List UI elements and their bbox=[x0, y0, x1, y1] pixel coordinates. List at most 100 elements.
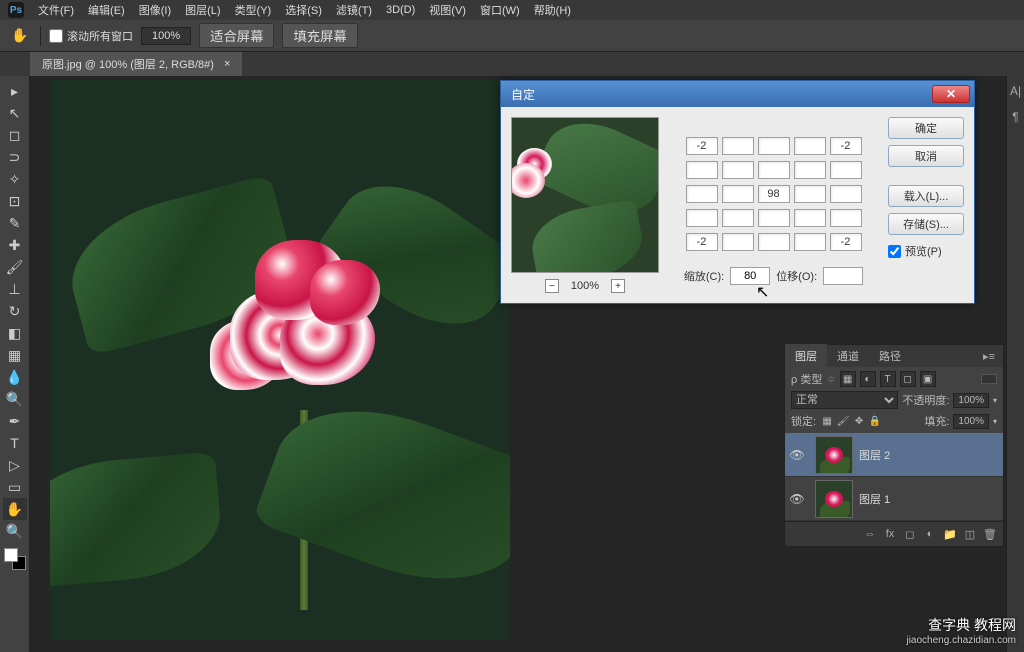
healing-tool[interactable]: ✚ bbox=[3, 234, 27, 256]
matrix-4-4[interactable] bbox=[830, 233, 862, 251]
matrix-1-4[interactable] bbox=[830, 161, 862, 179]
matrix-4-2[interactable] bbox=[758, 233, 790, 251]
lock-all-icon[interactable]: 🔒 bbox=[868, 414, 882, 428]
filter-pixel-icon[interactable]: ▦ bbox=[840, 371, 856, 387]
menu-3d[interactable]: 3D(D) bbox=[380, 2, 421, 18]
matrix-4-3[interactable] bbox=[794, 233, 826, 251]
save-button[interactable]: 存储(S)... bbox=[888, 213, 964, 235]
filter-smart-icon[interactable]: ▣ bbox=[920, 371, 936, 387]
menu-edit[interactable]: 编辑(E) bbox=[82, 0, 131, 20]
document-canvas[interactable] bbox=[50, 80, 510, 640]
menu-layer[interactable]: 图层(L) bbox=[179, 0, 226, 20]
dialog-titlebar[interactable]: 自定 ✕ bbox=[501, 81, 974, 107]
matrix-2-0[interactable] bbox=[686, 185, 718, 203]
scroll-all-windows-checkbox[interactable] bbox=[49, 29, 63, 43]
stamp-tool[interactable]: ⊥ bbox=[3, 278, 27, 300]
brush-tool[interactable]: 🖌 bbox=[3, 256, 27, 278]
menu-file[interactable]: 文件(F) bbox=[32, 0, 80, 20]
matrix-3-0[interactable] bbox=[686, 209, 718, 227]
preview-zoom-out[interactable]: − bbox=[545, 279, 559, 293]
gradient-tool[interactable]: ▦ bbox=[3, 344, 27, 366]
filter-type-icon[interactable]: T bbox=[880, 371, 896, 387]
matrix-2-4[interactable] bbox=[830, 185, 862, 203]
adjustment-layer-icon[interactable]: ◐ bbox=[921, 526, 939, 542]
fit-screen-button[interactable]: 适合屏幕 bbox=[199, 23, 274, 48]
hand-tool-icon[interactable]: ✋ bbox=[8, 24, 32, 48]
load-button[interactable]: 载入(L)... bbox=[888, 185, 964, 207]
layer-group-icon[interactable]: 📁 bbox=[941, 526, 959, 542]
menu-view[interactable]: 视图(V) bbox=[423, 0, 472, 20]
matrix-1-2[interactable] bbox=[758, 161, 790, 179]
move-tool[interactable]: ↖ bbox=[3, 102, 27, 124]
offset-input[interactable] bbox=[823, 267, 863, 285]
filter-shape-icon[interactable]: ◻ bbox=[900, 371, 916, 387]
tab-layers[interactable]: 图层 bbox=[785, 344, 827, 368]
quick-select-tool[interactable]: ✧ bbox=[3, 168, 27, 190]
matrix-0-0[interactable] bbox=[686, 137, 718, 155]
matrix-0-4[interactable] bbox=[830, 137, 862, 155]
matrix-0-3[interactable] bbox=[794, 137, 826, 155]
filter-preview[interactable] bbox=[511, 117, 659, 273]
visibility-toggle-icon[interactable]: 👁 bbox=[785, 448, 809, 462]
cancel-button[interactable]: 取消 bbox=[888, 145, 964, 167]
opacity-value[interactable]: 100% bbox=[953, 393, 989, 408]
matrix-4-1[interactable] bbox=[722, 233, 754, 251]
matrix-4-0[interactable] bbox=[686, 233, 718, 251]
matrix-3-3[interactable] bbox=[794, 209, 826, 227]
menu-select[interactable]: 选择(S) bbox=[279, 0, 328, 20]
blend-mode-select[interactable]: 正常 bbox=[791, 391, 898, 409]
fill-screen-button[interactable]: 填充屏幕 bbox=[282, 23, 357, 48]
link-layers-icon[interactable]: ⇔ bbox=[861, 526, 879, 542]
ok-button[interactable]: 确定 bbox=[888, 117, 964, 139]
pen-tool[interactable]: ✒ bbox=[3, 410, 27, 432]
tab-channels[interactable]: 通道 bbox=[827, 344, 869, 368]
matrix-0-1[interactable] bbox=[722, 137, 754, 155]
menu-filter[interactable]: 滤镜(T) bbox=[330, 0, 378, 20]
expand-icon[interactable]: ▸ bbox=[3, 80, 27, 102]
dodge-tool[interactable]: 🔍 bbox=[3, 388, 27, 410]
scale-input[interactable] bbox=[730, 267, 770, 285]
matrix-1-3[interactable] bbox=[794, 161, 826, 179]
lock-pixels-icon[interactable]: 🖌 bbox=[836, 414, 850, 428]
eyedropper-tool[interactable]: ✎ bbox=[3, 212, 27, 234]
layer-item[interactable]: 👁 图层 2 bbox=[785, 433, 1003, 477]
layer-item[interactable]: 👁 图层 1 bbox=[785, 477, 1003, 521]
new-layer-icon[interactable]: ◫ bbox=[961, 526, 979, 542]
document-tab[interactable]: 原图.jpg @ 100% (图层 2, RGB/8#) × bbox=[30, 52, 242, 76]
marquee-tool[interactable]: ◻ bbox=[3, 124, 27, 146]
matrix-1-0[interactable] bbox=[686, 161, 718, 179]
shape-tool[interactable]: ▭ bbox=[3, 476, 27, 498]
matrix-3-1[interactable] bbox=[722, 209, 754, 227]
matrix-2-1[interactable] bbox=[722, 185, 754, 203]
history-brush-tool[interactable]: ↻ bbox=[3, 300, 27, 322]
color-swatches[interactable] bbox=[4, 548, 26, 570]
matrix-3-2[interactable] bbox=[758, 209, 790, 227]
delete-layer-icon[interactable]: 🗑 bbox=[981, 526, 999, 542]
matrix-0-2[interactable] bbox=[758, 137, 790, 155]
tab-close-button[interactable]: × bbox=[224, 58, 230, 70]
matrix-2-2[interactable] bbox=[758, 185, 790, 203]
zoom-tool[interactable]: 🔍 bbox=[3, 520, 27, 542]
menu-window[interactable]: 窗口(W) bbox=[474, 0, 526, 20]
hand-tool[interactable]: ✋ bbox=[3, 498, 27, 520]
dialog-close-button[interactable]: ✕ bbox=[932, 85, 970, 103]
paragraph-panel-icon[interactable]: ¶ bbox=[1012, 110, 1018, 124]
preview-zoom-in[interactable]: + bbox=[611, 279, 625, 293]
menu-image[interactable]: 图像(I) bbox=[133, 0, 177, 20]
menu-help[interactable]: 帮助(H) bbox=[528, 0, 577, 20]
visibility-toggle-icon[interactable]: 👁 bbox=[785, 492, 809, 506]
layer-name[interactable]: 图层 1 bbox=[859, 491, 890, 507]
character-panel-icon[interactable]: A| bbox=[1010, 84, 1021, 98]
crop-tool[interactable]: ⊡ bbox=[3, 190, 27, 212]
blur-tool[interactable]: 💧 bbox=[3, 366, 27, 388]
matrix-1-1[interactable] bbox=[722, 161, 754, 179]
zoom-level-display[interactable]: 100% bbox=[141, 27, 191, 45]
type-tool[interactable]: T bbox=[3, 432, 27, 454]
layer-thumbnail[interactable] bbox=[815, 480, 853, 518]
preview-checkbox[interactable] bbox=[888, 245, 901, 258]
lock-position-icon[interactable]: ✥ bbox=[852, 414, 866, 428]
layer-name[interactable]: 图层 2 bbox=[859, 447, 890, 463]
fill-value[interactable]: 100% bbox=[953, 414, 989, 429]
panel-menu-icon[interactable]: ▸≡ bbox=[975, 346, 1003, 367]
filter-adjust-icon[interactable]: ◐ bbox=[860, 371, 876, 387]
